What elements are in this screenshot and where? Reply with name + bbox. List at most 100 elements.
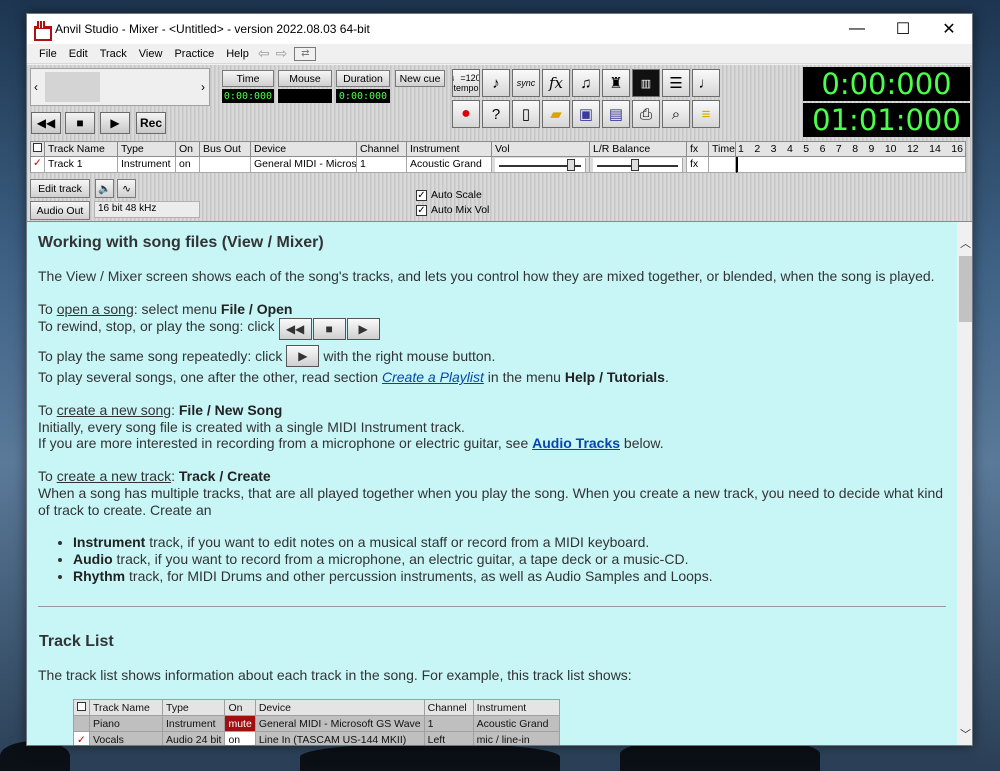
new-track-body: When a song has multiple tracks, that ar… — [38, 485, 944, 518]
speaker-icon[interactable]: 🔈 — [95, 179, 114, 198]
text-span: : — [171, 402, 179, 418]
record-button[interactable]: Rec — [136, 112, 166, 134]
fx-icon[interactable]: fx — [542, 69, 570, 97]
example-row-checkbox — [73, 715, 90, 732]
text-span: To — [38, 301, 57, 317]
scroll-up-icon[interactable]: ︿ — [957, 234, 972, 251]
edit-track-button[interactable]: Edit track — [30, 179, 90, 198]
new-cue-button[interactable]: New cue — [395, 70, 445, 87]
save-icon[interactable]: ▣ — [572, 100, 600, 128]
mixer-toolbar: ‹ › ◀◀ ■ ▶ Rec Time 0:00:000 Mouse Durat… — [27, 65, 972, 221]
col-instrument[interactable]: Instrument — [407, 141, 492, 157]
navigator-thumb[interactable] — [45, 72, 100, 102]
save-as-icon[interactable]: ▤ — [602, 100, 630, 128]
zoom-icon[interactable]: ⌕ — [662, 100, 690, 128]
new-file-icon[interactable]: ▯ — [512, 100, 540, 128]
minimize-button[interactable]: — — [834, 14, 880, 44]
tempo-button[interactable]: ♩=120 tempo — [452, 69, 480, 97]
track-row[interactable]: ✓ Track 1 Instrument on General MIDI - M… — [30, 157, 966, 173]
help-icon[interactable]: ? — [482, 100, 510, 128]
track-row-checkbox[interactable]: ✓ — [30, 157, 45, 173]
auto-scale-checkbox[interactable]: ✓ — [416, 189, 427, 201]
keyboard-rig-icon[interactable]: ▥ — [632, 69, 660, 97]
menu-edit[interactable]: Edit — [63, 48, 94, 60]
create-playlist-link[interactable]: Create a Playlist — [382, 369, 484, 385]
track-navigator[interactable]: ‹ › — [30, 68, 210, 106]
audio-tracks-link[interactable]: Audio Tracks — [532, 435, 620, 451]
auto-scale-option[interactable]: ✓ Auto Scale — [416, 189, 482, 201]
col-bus-out[interactable]: Bus Out — [200, 141, 251, 157]
audio-out-button[interactable]: Audio Out — [30, 201, 90, 220]
select-all-checkbox[interactable] — [30, 141, 45, 157]
close-button[interactable]: ✕ — [926, 14, 972, 44]
metronome-icon[interactable]: ♪ — [482, 69, 510, 97]
menu-help[interactable]: Help — [220, 48, 255, 60]
nav-right-icon[interactable]: › — [201, 80, 205, 94]
col-on[interactable]: On — [176, 141, 200, 157]
swap-view-icon[interactable]: ⇄ — [294, 46, 317, 61]
example-cell: Instrument — [161, 715, 226, 732]
track-fx-cell[interactable]: fx — [687, 157, 709, 173]
nav-left-icon[interactable]: ‹ — [34, 80, 38, 94]
list-arrow-icon[interactable]: ≡ — [692, 100, 720, 128]
back-arrow-icon[interactable]: ⇦ — [255, 45, 273, 62]
track-time-cell[interactable] — [709, 157, 736, 173]
col-vol[interactable]: Vol — [492, 141, 590, 157]
track-device-cell[interactable]: General MIDI - Microso — [251, 157, 357, 173]
content-scrollbar[interactable]: ︿ ﹀ — [957, 222, 972, 745]
open-folder-icon[interactable]: ▰ — [542, 100, 570, 128]
open-song-link[interactable]: open a song — [57, 301, 134, 317]
track-channel-cell[interactable]: 1 — [357, 157, 407, 173]
forward-arrow-icon[interactable]: ⇨ — [273, 45, 291, 62]
tempo-label: tempo — [453, 83, 479, 93]
balance-slider-knob[interactable] — [630, 159, 639, 171]
col-device[interactable]: Device — [251, 141, 357, 157]
audio-format-field[interactable]: 16 bit 48 kHz — [94, 201, 200, 218]
menu-track[interactable]: Track — [94, 48, 133, 60]
track-type-cell[interactable]: Instrument — [118, 157, 176, 173]
volume-slider[interactable] — [492, 157, 590, 173]
mixer-sliders-icon[interactable]: ☰ — [662, 69, 690, 97]
new-song-line-2: If you are more interested in recording … — [38, 435, 664, 452]
scroll-down-icon[interactable]: ﹀ — [957, 725, 972, 742]
track-instrument-cell[interactable]: Acoustic Grand — [407, 157, 492, 173]
track-on-cell[interactable]: on — [176, 157, 200, 173]
stop-button[interactable]: ■ — [65, 112, 95, 134]
track-timeline[interactable] — [736, 157, 966, 173]
col-type[interactable]: Type — [118, 141, 176, 157]
track-list-intro: The track list shows information about e… — [38, 667, 632, 683]
volume-slider-knob[interactable] — [567, 159, 576, 171]
create-new-song-link[interactable]: create a new song — [57, 402, 171, 418]
col-lr-balance[interactable]: L/R Balance — [590, 141, 687, 157]
help-content-pane: Working with song files (View / Mixer) T… — [27, 221, 972, 745]
auto-mix-vol-option[interactable]: ✓ Auto Mix Vol — [416, 204, 489, 216]
piano-record-icon[interactable]: ● — [452, 100, 480, 128]
play-button[interactable]: ▶ — [100, 112, 130, 134]
create-new-track-link[interactable]: create a new track — [57, 468, 171, 484]
menu-view[interactable]: View — [133, 48, 169, 60]
drummer-icon[interactable]: ♜ — [602, 69, 630, 97]
beat-label: 4 — [786, 143, 793, 155]
track-bus-out-cell[interactable] — [200, 157, 251, 173]
menu-file[interactable]: File — [33, 48, 63, 60]
example-cell: mic / line-in — [472, 731, 560, 745]
note-speaker-icon[interactable]: ♩ — [692, 69, 720, 97]
example-table-header: Track Name Type On Device Channel Instru… — [73, 699, 560, 716]
clock-time: 0:00:000 — [803, 67, 970, 101]
sync-icon[interactable]: sync — [512, 69, 540, 97]
col-time[interactable]: Time — [709, 141, 736, 157]
print-icon[interactable]: ⎙ — [632, 100, 660, 128]
text-span: To play the same song repeatedly: click — [38, 347, 283, 364]
col-channel[interactable]: Channel — [357, 141, 407, 157]
rewind-button[interactable]: ◀◀ — [31, 112, 61, 134]
waveform-icon[interactable]: ∿ — [117, 179, 136, 198]
menu-practice[interactable]: Practice — [168, 48, 220, 60]
maximize-button[interactable]: ☐ — [880, 14, 926, 44]
col-fx[interactable]: fx — [687, 141, 709, 157]
scroll-thumb[interactable] — [959, 256, 972, 322]
track-name-cell[interactable]: Track 1 — [45, 157, 118, 173]
auto-mix-vol-checkbox[interactable]: ✓ — [416, 204, 427, 216]
balance-slider[interactable] — [590, 157, 687, 173]
guitar-icon[interactable]: ♫ — [572, 69, 600, 97]
col-track-name[interactable]: Track Name — [45, 141, 118, 157]
